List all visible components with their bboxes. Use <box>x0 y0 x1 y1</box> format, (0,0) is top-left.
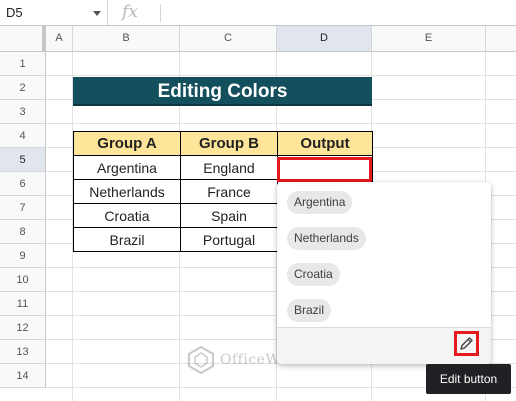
column-header-b[interactable]: B <box>73 26 180 51</box>
table-cell[interactable]: Brazil <box>73 227 181 252</box>
row-header-7[interactable]: 7 <box>0 196 46 220</box>
watermark-logo-icon <box>188 346 214 374</box>
column-header-row: A B C D E <box>0 26 516 52</box>
header-group-a[interactable]: Group A <box>73 131 181 156</box>
table-cell[interactable]: Portugal <box>180 227 278 252</box>
sheet-title-banner[interactable]: Editing Colors <box>73 77 372 106</box>
name-box-value: D5 <box>6 5 23 20</box>
row-header-11[interactable]: 11 <box>0 292 46 316</box>
row-header-13[interactable]: 13 <box>0 340 46 364</box>
row-header-12[interactable]: 12 <box>0 316 46 340</box>
edit-button-tooltip: Edit button <box>426 364 511 394</box>
table-cell[interactable]: Croatia <box>73 203 181 228</box>
dropdown-footer <box>277 327 491 364</box>
dropdown-option[interactable]: Brazil <box>287 299 332 322</box>
header-group-b[interactable]: Group B <box>180 131 278 156</box>
table-cell[interactable]: England <box>180 155 278 180</box>
dropdown-option[interactable]: Croatia <box>287 263 340 286</box>
select-all-corner[interactable] <box>0 26 46 51</box>
edit-button[interactable] <box>454 331 479 356</box>
row-header-2[interactable]: 2 <box>0 76 46 100</box>
formula-bar: D5 fx <box>0 0 516 26</box>
column-header-a[interactable]: A <box>46 26 73 51</box>
dropdown-option[interactable]: Netherlands <box>287 227 366 250</box>
row-header-10[interactable]: 10 <box>0 268 46 292</box>
row-header-14[interactable]: 14 <box>0 364 46 388</box>
column-header-d[interactable]: D <box>277 26 372 51</box>
row-header-6[interactable]: 6 <box>0 172 46 196</box>
table-header-row: Group A Group B Output <box>73 131 373 156</box>
table-cell[interactable]: Argentina <box>73 155 181 180</box>
table-cell[interactable]: Netherlands <box>73 179 181 204</box>
row-header-8[interactable]: 8 <box>0 220 46 244</box>
column-header-c[interactable]: C <box>180 26 277 51</box>
chevron-down-icon[interactable] <box>93 11 101 16</box>
row-header-1[interactable]: 1 <box>0 52 46 76</box>
dropdown-option[interactable]: Argentina <box>287 191 353 214</box>
row-header-9[interactable]: 9 <box>0 244 46 268</box>
name-box[interactable]: D5 <box>0 0 108 25</box>
selected-cell-highlight[interactable] <box>277 157 372 182</box>
table-cell[interactable]: Spain <box>180 203 278 228</box>
row-header-3[interactable]: 3 <box>0 100 46 124</box>
fx-icon: fx <box>122 2 138 22</box>
table-cell[interactable]: France <box>180 179 278 204</box>
column-header-f[interactable] <box>486 26 516 51</box>
row-header-4[interactable]: 4 <box>0 124 46 148</box>
column-header-e[interactable]: E <box>372 26 486 51</box>
header-output[interactable]: Output <box>277 131 373 156</box>
row-header-5[interactable]: 5 <box>0 148 46 172</box>
pencil-icon <box>460 337 473 350</box>
formula-divider <box>160 4 161 22</box>
dropdown-list-panel: Argentina Netherlands Croatia Brazil <box>277 182 491 364</box>
